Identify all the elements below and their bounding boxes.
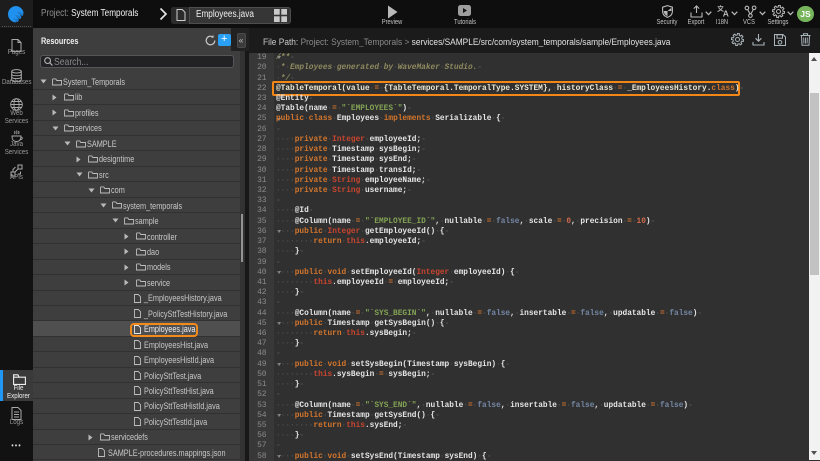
svg-text:A: A (722, 8, 728, 16)
